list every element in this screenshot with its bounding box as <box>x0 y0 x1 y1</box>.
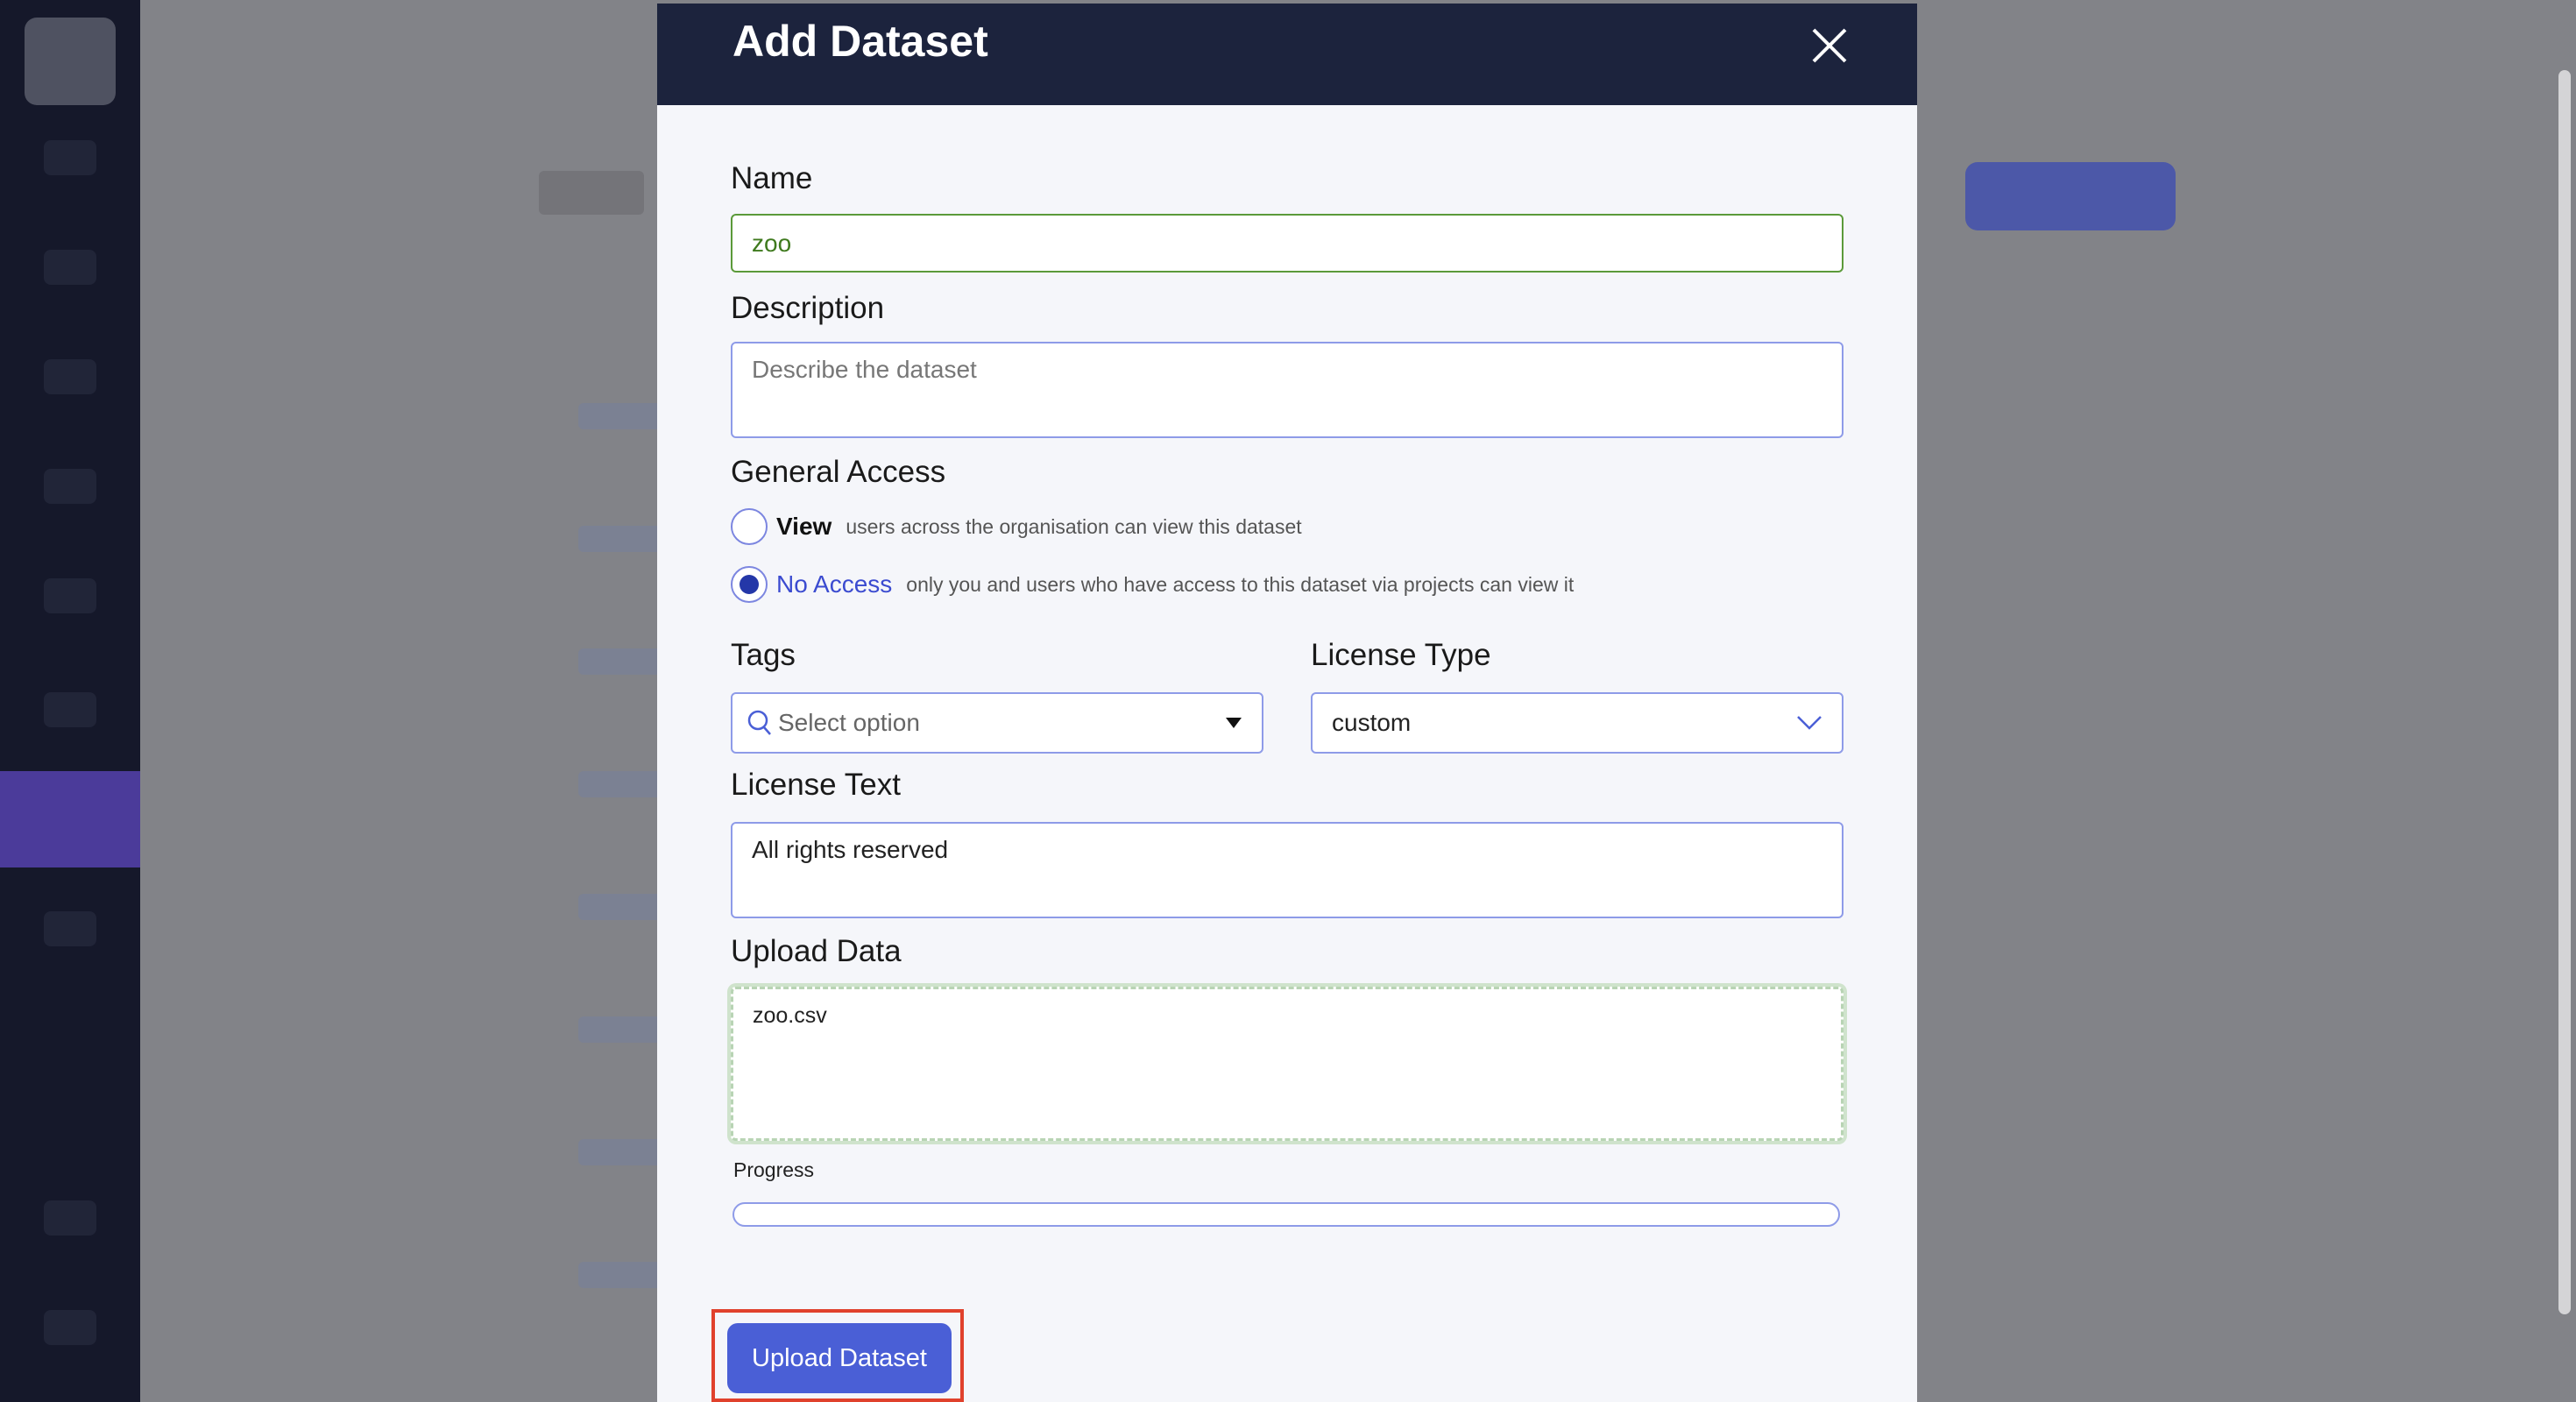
access-option-view[interactable]: View users across the organisation can v… <box>731 508 1302 545</box>
uploaded-file-name: zoo.csv <box>753 1003 827 1028</box>
chevron-down-icon <box>1797 716 1822 730</box>
background-title <box>539 171 644 215</box>
radio-no-access[interactable] <box>731 566 768 603</box>
access-no-access-label: No Access <box>776 570 893 598</box>
search-icon <box>747 710 771 735</box>
sidebar-item-active <box>0 771 140 867</box>
access-option-no-access[interactable]: No Access only you and users who have ac… <box>731 566 1574 603</box>
upload-dataset-button[interactable]: Upload Dataset <box>727 1323 952 1393</box>
background-add-button <box>1965 162 2176 230</box>
caret-down-icon <box>1226 718 1242 728</box>
license-type-select[interactable]: custom <box>1311 692 1844 754</box>
sidebar <box>0 0 140 1402</box>
name-input[interactable]: zoo <box>731 214 1844 273</box>
description-label: Description <box>731 291 885 325</box>
general-access-label: General Access <box>731 455 946 489</box>
sidebar-item <box>44 250 96 285</box>
sidebar-item <box>44 578 96 613</box>
upload-progress-bar <box>732 1202 1840 1227</box>
add-dataset-modal: Add Dataset Name zoo Description Describ… <box>657 4 1917 1402</box>
sidebar-item <box>44 911 96 946</box>
upload-data-label: Upload Data <box>731 934 902 968</box>
upload-dropzone[interactable]: zoo.csv <box>731 987 1844 1141</box>
sidebar-item <box>44 359 96 394</box>
tags-placeholder: Select option <box>778 709 920 736</box>
access-no-access-description: only you and users who have access to th… <box>906 572 1575 596</box>
license-text-textarea[interactable]: All rights reserved <box>731 822 1844 918</box>
description-textarea[interactable]: Describe the dataset <box>731 342 1844 438</box>
modal-title: Add Dataset <box>732 17 988 66</box>
license-type-value: custom <box>1332 709 1412 736</box>
close-icon[interactable] <box>1810 26 1849 65</box>
progress-label: Progress <box>733 1158 815 1181</box>
sidebar-item <box>44 692 96 727</box>
modal-header: Add Dataset <box>657 4 1917 105</box>
tags-label: Tags <box>731 638 796 672</box>
logo <box>25 18 116 105</box>
sidebar-item <box>44 1200 96 1236</box>
access-view-description: users across the organisation can view t… <box>846 514 1302 538</box>
name-label: Name <box>731 161 813 195</box>
tags-select[interactable]: Select option <box>731 692 1263 754</box>
license-text-label: License Text <box>731 768 901 802</box>
license-type-label: License Type <box>1311 638 1491 672</box>
radio-view[interactable] <box>731 508 768 545</box>
page-scrollbar[interactable] <box>2558 70 2571 1314</box>
sidebar-item <box>44 140 96 175</box>
access-view-label: View <box>776 513 832 540</box>
sidebar-item <box>44 1310 96 1345</box>
sidebar-item <box>44 469 96 504</box>
